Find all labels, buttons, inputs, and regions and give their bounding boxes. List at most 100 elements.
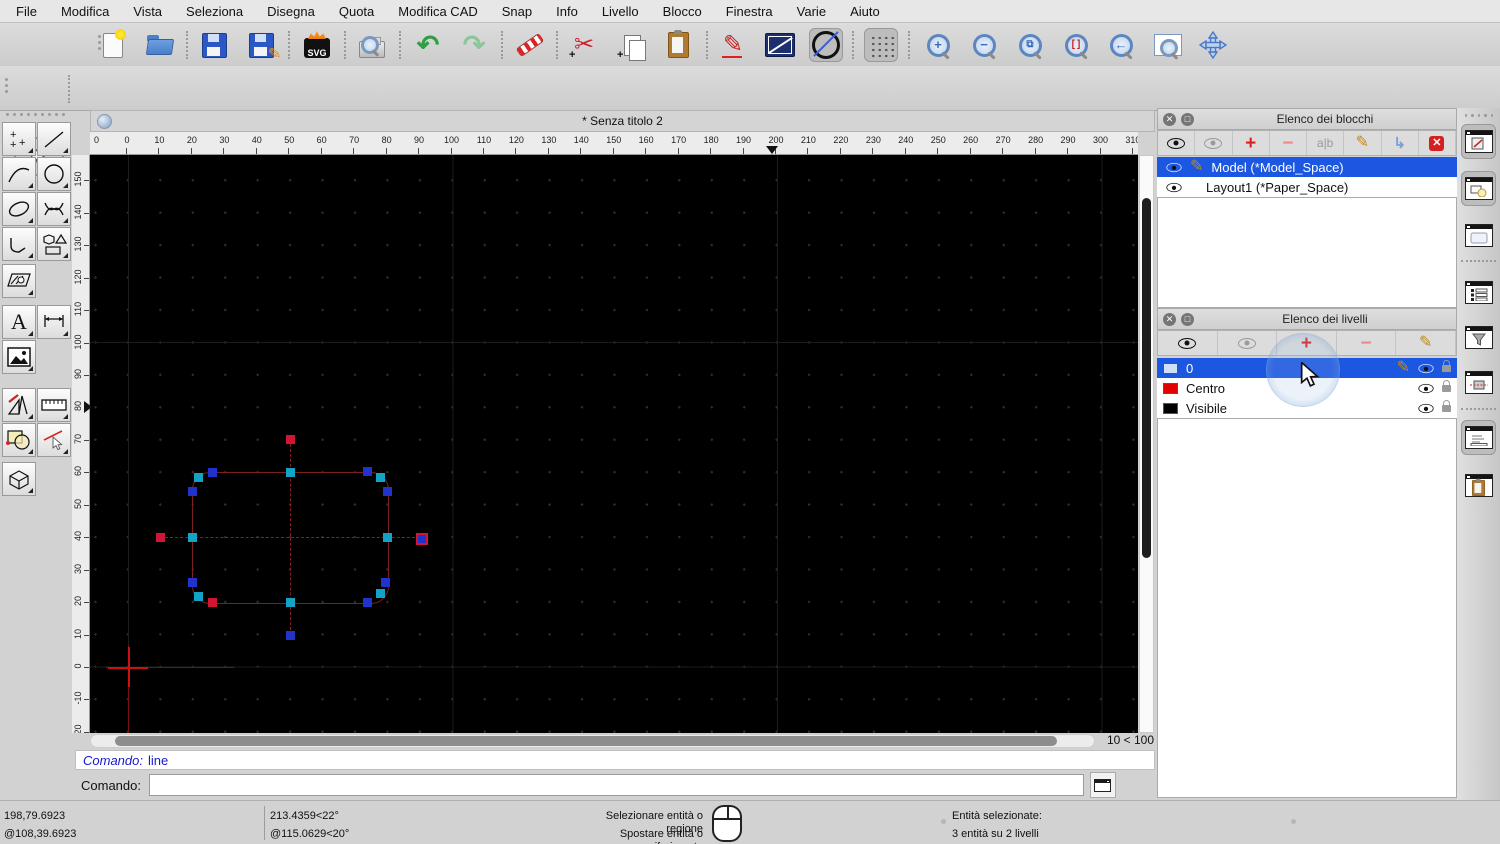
- grip-c[interactable]: [285, 467, 295, 477]
- tool-modify[interactable]: [2, 423, 36, 457]
- layers-show-all-button[interactable]: [1158, 331, 1218, 355]
- export-svg-button[interactable]: SVG: [300, 28, 334, 62]
- eye-icon[interactable]: [1418, 403, 1434, 413]
- grip-c[interactable]: [375, 588, 385, 598]
- grip-m[interactable]: [415, 532, 428, 545]
- tool-ellipse[interactable]: [2, 192, 36, 226]
- close-icon[interactable]: ✕: [1163, 312, 1176, 326]
- grip-r[interactable]: [207, 597, 217, 607]
- blocks-show-all-button[interactable]: [1158, 131, 1196, 155]
- menu-item-info[interactable]: Info: [556, 4, 578, 19]
- grid-toggle-button[interactable]: [864, 28, 898, 62]
- grip-c[interactable]: [285, 597, 295, 607]
- zoom-out-button[interactable]: −: [967, 28, 1001, 62]
- lock-icon[interactable]: [1442, 399, 1451, 412]
- grip-b[interactable]: [187, 577, 197, 587]
- lock-icon[interactable]: [1442, 379, 1451, 392]
- dock-selection-filter-button[interactable]: [1461, 320, 1496, 355]
- layers-remove-button[interactable]: −: [1337, 331, 1397, 355]
- float-icon[interactable]: □: [1181, 112, 1194, 126]
- blocks-remove-button[interactable]: −: [1270, 131, 1307, 155]
- menu-item-snap[interactable]: Snap: [502, 4, 532, 19]
- toolbar-handle[interactable]: [5, 78, 9, 93]
- dock-property-editor-button[interactable]: [1461, 275, 1496, 310]
- blocks-insert-button[interactable]: ↳: [1382, 131, 1419, 155]
- menu-item-aiuto[interactable]: Aiuto: [850, 4, 880, 19]
- new-file-button[interactable]: [96, 28, 130, 62]
- tool-3d-view[interactable]: [2, 462, 36, 496]
- tool-image[interactable]: [2, 340, 36, 374]
- horizontal-scrollbar[interactable]: [90, 734, 1095, 748]
- zoom-in-button[interactable]: +: [921, 28, 955, 62]
- menu-item-file[interactable]: File: [16, 4, 37, 19]
- open-file-button[interactable]: [143, 28, 177, 62]
- print-preview-button[interactable]: [355, 28, 389, 62]
- eye-icon[interactable]: [1166, 162, 1182, 172]
- block-row-model[interactable]: ✎ Model (*Model_Space): [1157, 157, 1457, 177]
- menu-item-seleziona[interactable]: Seleziona: [186, 4, 243, 19]
- blocks-add-button[interactable]: +: [1233, 131, 1270, 155]
- paste-button[interactable]: [661, 28, 695, 62]
- save-button[interactable]: [197, 28, 231, 62]
- save-as-button[interactable]: ✎: [244, 28, 282, 64]
- undo-button[interactable]: ↶: [411, 28, 445, 62]
- tool-text[interactable]: A: [2, 305, 36, 339]
- zoom-selection-button[interactable]: [ ]: [1059, 28, 1093, 62]
- tool-measure[interactable]: [37, 388, 71, 422]
- redo-button[interactable]: ↷: [457, 28, 491, 62]
- line-attributes-button[interactable]: [763, 28, 797, 62]
- pencil-icon[interactable]: ✎: [1397, 360, 1410, 376]
- menu-item-finestra[interactable]: Finestra: [726, 4, 773, 19]
- command-detach-button[interactable]: [1089, 772, 1116, 798]
- grip-r[interactable]: [155, 532, 165, 542]
- horizontal-scrollbar-thumb[interactable]: [115, 736, 1057, 746]
- tool-cad-tools[interactable]: [2, 388, 36, 422]
- menu-item-varie[interactable]: Varie: [797, 4, 826, 19]
- eye-icon[interactable]: [1418, 383, 1434, 393]
- drawing-canvas[interactable]: [90, 155, 1138, 733]
- menu-item-modifica-cad[interactable]: Modifica CAD: [398, 4, 477, 19]
- dock-block-list-button[interactable]: [1461, 124, 1496, 159]
- dock-wall-tools-button[interactable]: [1461, 365, 1496, 400]
- menu-item-vista[interactable]: Vista: [133, 4, 162, 19]
- dock-layer-list-button[interactable]: [1461, 171, 1496, 206]
- close-icon[interactable]: ✕: [1163, 112, 1176, 126]
- block-row-layout1[interactable]: Layout1 (*Paper_Space): [1157, 177, 1457, 197]
- tool-dimension[interactable]: [37, 305, 71, 339]
- dock-library-button[interactable]: [1461, 218, 1496, 253]
- grip-c[interactable]: [187, 532, 197, 542]
- palette-handle[interactable]: [6, 113, 66, 116]
- layers-hide-all-button[interactable]: [1218, 331, 1278, 355]
- draw-pen-button[interactable]: ✎: [716, 28, 750, 62]
- grip-b[interactable]: [187, 486, 197, 496]
- tool-hatch[interactable]: [2, 264, 36, 298]
- layer-color-swatch[interactable]: [1163, 362, 1178, 374]
- grip-c[interactable]: [382, 532, 392, 542]
- zoom-window-button[interactable]: [1151, 28, 1185, 62]
- tool-circle[interactable]: [37, 157, 71, 191]
- dock-command-line-button[interactable]: [1461, 420, 1496, 455]
- grip-b[interactable]: [362, 597, 372, 607]
- layer-color-swatch[interactable]: [1163, 382, 1178, 394]
- blocks-rename-button[interactable]: a|b: [1307, 131, 1345, 155]
- menu-item-livello[interactable]: Livello: [602, 4, 639, 19]
- tool-arc[interactable]: [2, 157, 36, 191]
- dock-clipboard-button[interactable]: [1461, 468, 1496, 503]
- tool-shapes[interactable]: [37, 227, 71, 261]
- vertical-scrollbar[interactable]: [1139, 155, 1154, 733]
- tool-polyline[interactable]: [2, 227, 36, 261]
- grip-b[interactable]: [382, 486, 392, 496]
- tool-points[interactable]: + + +: [2, 122, 36, 156]
- blocks-edit-button[interactable]: ✎: [1344, 131, 1382, 155]
- layer-color-swatch[interactable]: [1163, 402, 1178, 414]
- grip-b[interactable]: [207, 467, 217, 477]
- menu-item-blocco[interactable]: Blocco: [663, 4, 702, 19]
- tool-spline[interactable]: [37, 192, 71, 226]
- float-icon[interactable]: □: [1181, 312, 1194, 326]
- zoom-previous-button[interactable]: ←: [1104, 28, 1138, 62]
- menu-item-modifica[interactable]: Modifica: [61, 4, 109, 19]
- grip-c[interactable]: [193, 472, 203, 482]
- menu-item-quota[interactable]: Quota: [339, 4, 374, 19]
- grip-c[interactable]: [193, 591, 203, 601]
- tool-line[interactable]: [37, 122, 71, 156]
